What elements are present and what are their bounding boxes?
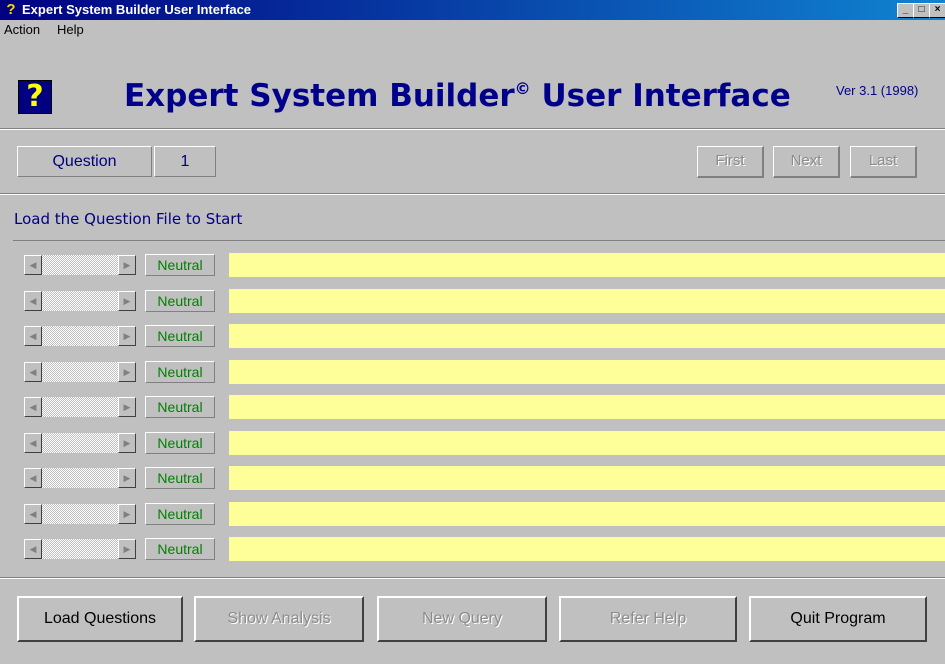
divider (0, 128, 945, 130)
answer-field[interactable] (229, 430, 945, 455)
scroll-left-icon[interactable]: ◀ (24, 468, 42, 488)
first-button[interactable]: First (697, 146, 764, 178)
scroll-right-icon[interactable]: ▶ (118, 361, 136, 382)
close-button[interactable]: × (929, 3, 945, 18)
new-query-button[interactable]: New Query (377, 596, 547, 642)
answer-field[interactable] (229, 466, 945, 490)
scroll-right-icon[interactable]: ▶ (118, 432, 136, 453)
title-bar: ? Expert System Builder User Interface _… (0, 0, 945, 20)
rating-scrollbar[interactable]: ◀ ▶ (24, 432, 136, 453)
scroll-right-icon[interactable]: ▶ (118, 290, 136, 311)
rating-label: Neutral (145, 431, 215, 454)
answer-field[interactable] (229, 537, 945, 561)
rating-scrollbar[interactable]: ◀ ▶ (24, 468, 136, 488)
refer-help-button[interactable]: Refer Help (559, 596, 737, 642)
answer-field[interactable] (229, 253, 945, 277)
answer-field[interactable] (229, 501, 945, 526)
scroll-right-icon[interactable]: ▶ (118, 326, 136, 346)
rating-scrollbar[interactable]: ◀ ▶ (24, 539, 136, 559)
help-logo-icon: ? (18, 80, 52, 114)
next-button[interactable]: Next (773, 146, 840, 178)
answer-field[interactable] (229, 288, 945, 313)
scroll-left-icon[interactable]: ◀ (24, 326, 42, 346)
minimize-button[interactable]: _ (897, 3, 914, 18)
rating-scrollbar[interactable]: ◀ ▶ (24, 326, 136, 346)
scroll-left-icon[interactable]: ◀ (24, 539, 42, 559)
question-number: 1 (154, 146, 216, 177)
status-text: Load the Question File to Start (14, 210, 243, 228)
menu-help[interactable]: Help (57, 22, 84, 37)
rating-label: Neutral (145, 325, 215, 347)
answer-field[interactable] (229, 359, 945, 384)
rating-label: Neutral (145, 538, 215, 560)
scroll-left-icon[interactable]: ◀ (24, 255, 42, 275)
rating-label: Neutral (145, 289, 215, 312)
scroll-left-icon[interactable]: ◀ (24, 503, 42, 524)
window-title: Expert System Builder User Interface (22, 2, 252, 17)
menu-action[interactable]: Action (4, 22, 40, 37)
scroll-right-icon[interactable]: ▶ (118, 539, 136, 559)
rating-scrollbar[interactable]: ◀ ▶ (24, 255, 136, 275)
divider (0, 193, 945, 195)
scroll-right-icon[interactable]: ▶ (118, 503, 136, 524)
maximize-button[interactable]: □ (913, 3, 930, 18)
divider (0, 577, 945, 579)
rating-label: Neutral (145, 467, 215, 489)
load-questions-button[interactable]: Load Questions (17, 596, 183, 642)
version-label: Ver 3.1 (1998) (836, 83, 919, 98)
menu-bar: Action Help (0, 20, 945, 39)
scroll-left-icon[interactable]: ◀ (24, 290, 42, 311)
scroll-right-icon[interactable]: ▶ (118, 255, 136, 275)
scroll-right-icon[interactable]: ▶ (118, 397, 136, 417)
quit-program-button[interactable]: Quit Program (749, 596, 927, 642)
question-label: Question (17, 146, 152, 177)
scroll-right-icon[interactable]: ▶ (118, 468, 136, 488)
rating-label: Neutral (145, 396, 215, 418)
answer-field[interactable] (229, 324, 945, 348)
rating-scrollbar[interactable]: ◀ ▶ (24, 503, 136, 524)
scroll-left-icon[interactable]: ◀ (24, 397, 42, 417)
rating-label: Neutral (145, 254, 215, 276)
show-analysis-button[interactable]: Show Analysis (194, 596, 364, 642)
answer-field[interactable] (229, 395, 945, 419)
rating-scrollbar[interactable]: ◀ ▶ (24, 361, 136, 382)
scroll-left-icon[interactable]: ◀ (24, 361, 42, 382)
rating-scrollbar[interactable]: ◀ ▶ (24, 290, 136, 311)
rating-scrollbar[interactable]: ◀ ▶ (24, 397, 136, 417)
rating-label: Neutral (145, 502, 215, 525)
page-title: Expert System Builder© User Interface (124, 78, 791, 114)
last-button[interactable]: Last (850, 146, 917, 178)
app-question-icon: ? (6, 1, 16, 18)
scroll-left-icon[interactable]: ◀ (24, 432, 42, 453)
rating-label: Neutral (145, 360, 215, 383)
